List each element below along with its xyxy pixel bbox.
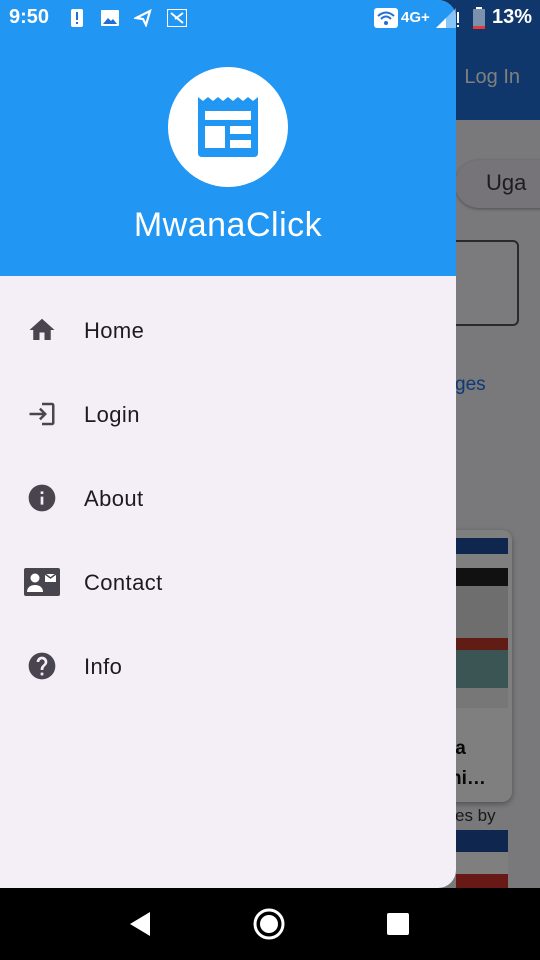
app-name: MwanaClick: [133, 206, 323, 244]
menu-item-home[interactable]: Home: [0, 288, 456, 372]
send-icon: [134, 8, 152, 28]
navigation-drawer: MwanaClick Home Login About Contact Info: [0, 0, 456, 888]
signal-icon: [436, 8, 460, 28]
network-type: 4G+: [401, 9, 430, 26]
back-icon[interactable]: [122, 906, 158, 942]
home-icon: [24, 314, 60, 346]
menu-item-label: Home: [84, 318, 145, 343]
home-circle-icon[interactable]: [251, 906, 287, 942]
menu-item-about[interactable]: About: [0, 456, 456, 540]
menu-item-info[interactable]: Info: [0, 624, 456, 708]
menu-item-label: About: [84, 486, 144, 511]
contact-card-icon: [24, 566, 60, 598]
login-icon: [24, 398, 60, 430]
drawer-header: MwanaClick: [0, 0, 456, 276]
menu-item-label: Info: [84, 654, 123, 679]
help-icon: [24, 650, 60, 682]
wifi-icon: [374, 8, 398, 28]
battery-percent: 13%: [492, 6, 533, 28]
menu-item-contact[interactable]: Contact: [0, 540, 456, 624]
app-logo: [168, 67, 288, 187]
image-icon: [101, 8, 119, 28]
info-circle-icon: [24, 482, 60, 514]
menu-item-login[interactable]: Login: [0, 372, 456, 456]
status-bar: 9:50 4G+ 13%: [0, 0, 540, 36]
status-time: 9:50: [9, 6, 50, 28]
newspaper-icon: [198, 97, 258, 157]
navigation-bar: [0, 888, 540, 960]
recents-icon[interactable]: [380, 906, 416, 942]
alert-icon: [70, 8, 84, 28]
battery-icon: [472, 7, 486, 29]
translate-icon: [167, 8, 187, 28]
menu-item-label: Contact: [84, 570, 163, 595]
menu-item-label: Login: [84, 402, 140, 427]
drawer-menu: Home Login About Contact Info: [0, 288, 456, 708]
